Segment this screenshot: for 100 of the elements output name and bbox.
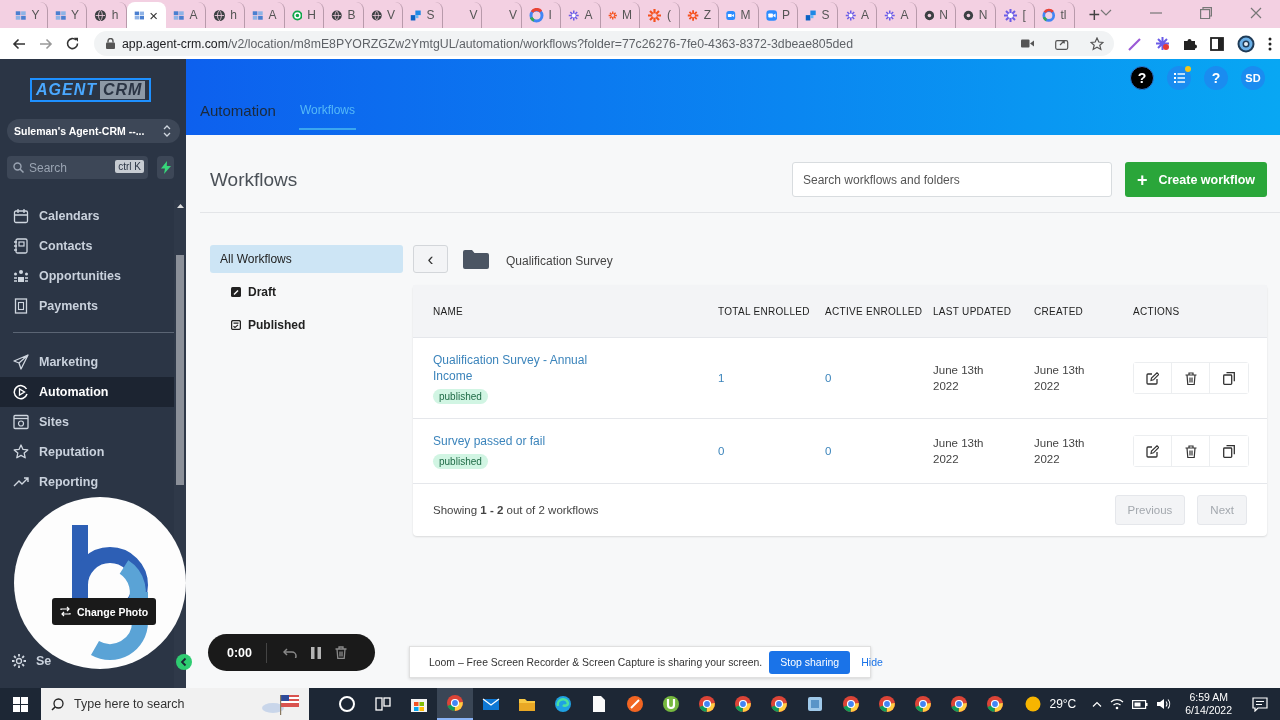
- collapse-icon[interactable]: [176, 654, 192, 670]
- tab-title: (: [667, 8, 671, 22]
- flower-icon[interactable]: [1155, 36, 1170, 51]
- nav-item[interactable]: Sites: [0, 407, 174, 437]
- pen-icon[interactable]: [1128, 36, 1142, 51]
- share-icon[interactable]: [1055, 37, 1069, 50]
- notification-icon[interactable]: [1252, 696, 1268, 712]
- restore-icon[interactable]: [1200, 7, 1213, 19]
- trash-icon[interactable]: [335, 646, 348, 659]
- circle-icon[interactable]: [338, 695, 356, 713]
- tab-title: V: [469, 8, 478, 22]
- nav-item[interactable]: Payments: [0, 291, 174, 321]
- tab-close-button[interactable]: ×: [149, 7, 158, 23]
- filter-item[interactable]: Published: [210, 311, 403, 339]
- clock-date[interactable]: 6/14/2022: [1185, 704, 1232, 717]
- browser-icon[interactable]: [446, 694, 464, 712]
- filter-item[interactable]: All Workflows: [210, 245, 403, 273]
- forward-arrow-icon[interactable]: [39, 37, 53, 50]
- scrollbar-thumb[interactable]: [176, 255, 184, 485]
- puzzle-icon[interactable]: [1183, 36, 1197, 51]
- enrolled-count[interactable]: 0: [825, 372, 832, 384]
- tab-title: Y: [71, 8, 79, 22]
- shortcut-hint: ctrl K: [115, 160, 144, 173]
- enrolled-count[interactable]: 0: [825, 445, 832, 457]
- taskbar-search-field[interactable]: Type here to search: [41, 688, 309, 720]
- wifi-icon[interactable]: [1110, 698, 1125, 710]
- back-button[interactable]: ‹: [413, 245, 448, 273]
- profile-icon[interactable]: [1237, 34, 1255, 53]
- updown-chevron-icon: [163, 124, 171, 138]
- tab-title: V: [387, 8, 395, 22]
- pause-icon[interactable]: [311, 646, 322, 659]
- nav-item[interactable]: Opportunities: [0, 261, 174, 291]
- nav-item[interactable]: Automation: [0, 377, 174, 407]
- tab-title: V: [509, 8, 517, 22]
- create-workflow-button[interactable]: + Create workflow: [1125, 162, 1267, 197]
- address-bar[interactable]: app.agent-crm.com/v2/location/m8mE8PYORZGZw2YmtgUL/automation/workflows?folder=77c26276-7fe0-4363-8372-3dbeae805ded: [94, 31, 1114, 56]
- enrolled-count[interactable]: 0: [718, 445, 725, 457]
- user-avatar[interactable]: SD: [1241, 66, 1265, 90]
- back-arrow-icon[interactable]: [12, 37, 26, 50]
- torrent-icon[interactable]: [662, 695, 680, 713]
- slash-icon[interactable]: [626, 695, 644, 713]
- account-switcher[interactable]: Suleman's Agent-CRM --...: [7, 119, 180, 143]
- tasks-button[interactable]: [1167, 66, 1191, 90]
- app-window-icon[interactable]: [806, 695, 824, 713]
- tab-title: A: [584, 8, 593, 22]
- windows-icon[interactable]: [13, 696, 28, 712]
- clock-time[interactable]: 6:59 AM: [1189, 691, 1228, 704]
- workflow-link[interactable]: Qualification Survey - Annual Income: [433, 352, 608, 384]
- browser-icon[interactable]: [842, 695, 860, 713]
- hide-link[interactable]: Hide: [861, 656, 883, 668]
- browser-icon[interactable]: [734, 695, 752, 713]
- stop-sharing-button[interactable]: Stop sharing: [769, 650, 851, 674]
- nav-item[interactable]: Calendars: [0, 201, 174, 231]
- copy-icon: [1223, 371, 1235, 385]
- nav-item[interactable]: Marketing: [0, 347, 174, 377]
- chevron-down-icon[interactable]: [1100, 9, 1113, 17]
- edit-button[interactable]: [1134, 436, 1172, 466]
- browser-icon[interactable]: [914, 695, 932, 713]
- workflow-link[interactable]: Survey passed or fail: [433, 433, 608, 449]
- sun-icon[interactable]: [1025, 696, 1042, 712]
- browser-icon[interactable]: [770, 695, 788, 713]
- video-camera-icon[interactable]: [1021, 39, 1034, 48]
- change-photo-button[interactable]: Change Photo: [52, 598, 157, 625]
- edit-button[interactable]: [1134, 363, 1172, 393]
- help-button[interactable]: ?: [1204, 66, 1228, 90]
- help-button[interactable]: ?: [1130, 66, 1154, 90]
- browser-window-icon: [13, 414, 29, 430]
- side-panel-icon[interactable]: [1210, 36, 1224, 51]
- more-menu-icon[interactable]: [1268, 36, 1272, 51]
- nav-item[interactable]: Reporting: [0, 467, 174, 497]
- search-field[interactable]: Search workflows and folders: [792, 162, 1112, 197]
- document-icon[interactable]: [590, 695, 608, 713]
- quick-action-button[interactable]: [157, 156, 174, 179]
- close-icon[interactable]: [1250, 7, 1263, 19]
- battery-icon[interactable]: [1132, 699, 1149, 709]
- sun-icon: [647, 7, 662, 23]
- nav-item[interactable]: Se: [0, 646, 52, 676]
- browser-tab[interactable]: ×: [126, 2, 166, 28]
- speaker-icon[interactable]: [1156, 698, 1172, 710]
- browser-icon[interactable]: [986, 695, 1004, 713]
- task-view-icon[interactable]: [374, 695, 392, 713]
- swirl-icon[interactable]: [554, 695, 572, 713]
- search-icon: [13, 162, 24, 173]
- banner-message: Loom – Free Screen Recorder & Screen Capture is sharing your screen.: [429, 656, 763, 668]
- reload-icon[interactable]: [66, 37, 79, 50]
- enrolled-count[interactable]: 1: [718, 372, 725, 384]
- nav-item[interactable]: Reputation: [0, 437, 174, 467]
- filter-item[interactable]: Draft: [210, 278, 403, 306]
- status-badge: published: [433, 389, 488, 404]
- chevron-up-icon[interactable]: [1092, 701, 1103, 707]
- globe-icon: [94, 7, 107, 23]
- browser-icon[interactable]: [950, 695, 968, 713]
- browser-icon[interactable]: [698, 695, 716, 713]
- browser-icon[interactable]: [878, 695, 896, 713]
- nav-item[interactable]: Contacts: [0, 231, 174, 261]
- new-tab-button[interactable]: +: [1088, 5, 1101, 25]
- logo: AGENT CRM: [30, 78, 152, 102]
- scroll-up-icon[interactable]: [176, 204, 184, 208]
- star-icon[interactable]: [1090, 36, 1104, 51]
- undo-icon[interactable]: [283, 647, 298, 658]
